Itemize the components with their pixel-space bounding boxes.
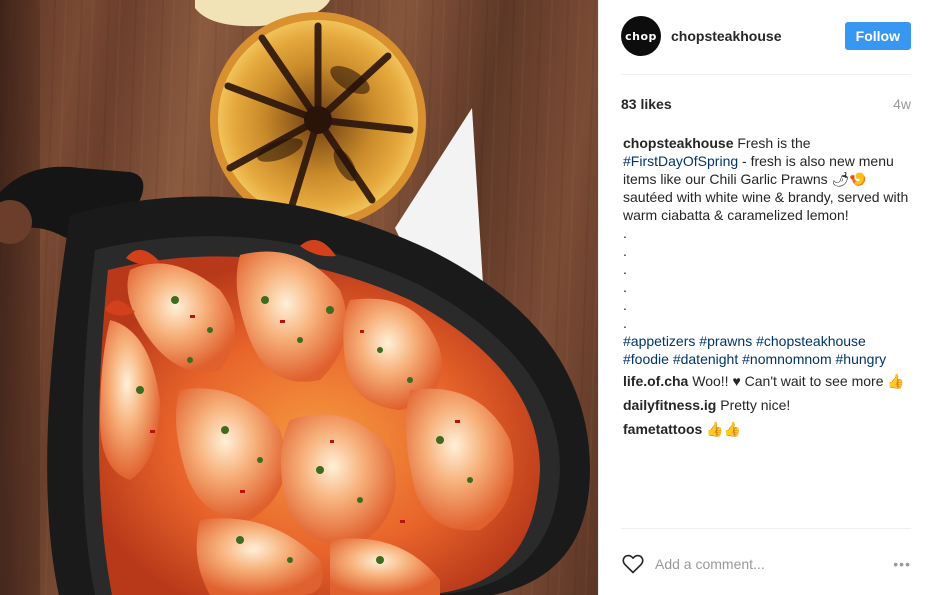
hashtag-link[interactable]: #nomnomnom [742, 351, 832, 367]
caption-username[interactable]: chopsteakhouse [623, 135, 733, 151]
comment-username[interactable]: fametattoos [623, 421, 702, 437]
avatar-logo-text: chop [625, 29, 657, 43]
actions-divider [621, 528, 911, 529]
photo-illustration [0, 0, 590, 595]
comment-username[interactable]: dailyfitness.ig [623, 397, 716, 413]
grilled-lemon [210, 12, 426, 228]
caption-dot: . [623, 261, 627, 277]
post-header: chop chopsteakhouse Follow [621, 14, 911, 58]
comment-text: 👍👍 [702, 421, 742, 437]
hashtag-link[interactable]: #appetizers [623, 333, 695, 349]
comment-bar: ••• [621, 548, 911, 580]
comment-text: Woo!! ♥ Can't wait to see more 👍 [688, 373, 905, 389]
comment-item: fametattoos 👍👍 [623, 420, 913, 438]
header-username[interactable]: chopsteakhouse [671, 28, 845, 44]
header-divider [621, 74, 911, 75]
caption-dots: . . . . . . [623, 224, 913, 332]
caption-dot: . [623, 225, 627, 241]
hashtag-link[interactable]: #datenight [673, 351, 738, 367]
post-time[interactable]: 4w [893, 96, 911, 112]
caption-text-1: Fresh is the [733, 135, 811, 151]
post-stats: 83 likes 4w [621, 96, 911, 112]
comment-item: life.of.cha Woo!! ♥ Can't wait to see mo… [623, 372, 913, 390]
add-comment-input[interactable] [655, 556, 885, 572]
post-photo[interactable] [0, 0, 598, 595]
avatar[interactable]: chop [621, 16, 661, 56]
hashtag-link[interactable]: #prawns [699, 333, 752, 349]
hashtag-link[interactable]: #foodie [623, 351, 669, 367]
comment-text: Pretty nice! [716, 397, 791, 413]
caption-hashtag[interactable]: #FirstDayOfSpring [623, 153, 738, 169]
hashtag-link[interactable]: #hungry [836, 351, 887, 367]
comment-username[interactable]: life.of.cha [623, 373, 688, 389]
caption-dot: . [623, 297, 627, 313]
caption-dot: . [623, 243, 627, 259]
hashtag-link[interactable]: #chopsteakhouse [756, 333, 866, 349]
comments-section: chopsteakhouse Fresh is the #FirstDayOfS… [623, 134, 913, 444]
likes-count[interactable]: 83 likes [621, 96, 672, 112]
caption-dot: . [623, 279, 627, 295]
follow-button[interactable]: Follow [844, 22, 911, 50]
caption: chopsteakhouse Fresh is the #FirstDayOfS… [623, 134, 913, 368]
heart-outline-icon[interactable] [621, 552, 645, 576]
caption-hashtags: #appetizers #prawns #chopsteakhouse #foo… [623, 332, 913, 368]
post-panel: chop chopsteakhouse Follow 83 likes 4w c… [598, 0, 928, 595]
more-options-icon[interactable]: ••• [885, 556, 911, 572]
caption-dot: . [623, 315, 627, 331]
comment-item: dailyfitness.ig Pretty nice! [623, 396, 913, 414]
